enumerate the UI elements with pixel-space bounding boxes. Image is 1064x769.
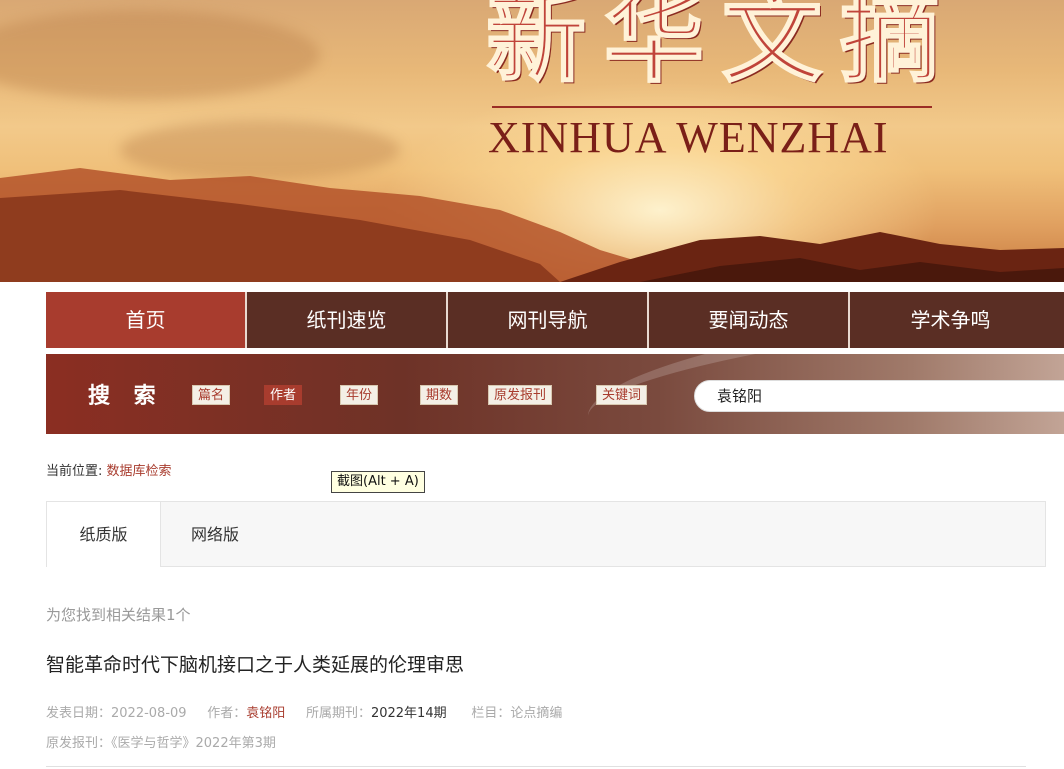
publish-date: 2022-08-09 xyxy=(111,706,187,721)
result-source: 原发报刊：《医学与哲学》2022年第3期 xyxy=(46,732,276,751)
issue-label: 所属期刊： xyxy=(305,706,371,721)
search-input[interactable]: 袁铭阳 xyxy=(694,380,1064,412)
breadcrumb-link[interactable]: 数据库检索 xyxy=(107,464,172,479)
nav-item-print-overview[interactable]: 纸刊速览 xyxy=(247,292,448,348)
issue-value[interactable]: 2022年14期 xyxy=(371,706,447,721)
search-field-year[interactable]: 年份 xyxy=(340,385,379,405)
nav-item-academic[interactable]: 学术争鸣 xyxy=(850,292,1051,348)
logo-english: XINHUA WENZHAI xyxy=(488,113,889,162)
edition-tabs: 纸质版 网络版 xyxy=(46,501,1046,567)
result-meta: 发表日期：2022-08-09 作者：袁铭阳 所属期刊：2022年14期 栏目：… xyxy=(46,702,562,721)
column-value: 论点摘编 xyxy=(510,706,563,721)
header-banner: 新华文摘 XINHUA WENZHAI xyxy=(0,0,1064,282)
nav-item-home[interactable]: 首页 xyxy=(46,292,247,348)
logo-chinese: 新华文摘 xyxy=(485,0,958,96)
breadcrumb-prefix: 当前位置: xyxy=(46,464,103,479)
search-field-source[interactable]: 原发报刊 xyxy=(488,385,553,405)
author-label: 作者： xyxy=(207,706,247,721)
column-label: 栏目： xyxy=(471,706,511,721)
search-field-keyword[interactable]: 关键词 xyxy=(596,385,648,405)
tab-print-edition[interactable]: 纸质版 xyxy=(47,502,161,567)
divider xyxy=(46,766,1026,767)
search-field-author[interactable]: 作者 xyxy=(264,385,303,405)
result-title[interactable]: 智能革命时代下脑机接口之于人类延展的伦理审思 xyxy=(46,650,464,677)
result-count: 为您找到相关结果1个 xyxy=(46,606,191,624)
date-label: 发表日期： xyxy=(46,706,112,721)
logo-divider xyxy=(492,106,932,108)
source-value: 《医学与哲学》2022年第3期 xyxy=(111,736,276,751)
search-field-issue[interactable]: 期数 xyxy=(420,385,459,405)
source-label: 原发报刊： xyxy=(46,736,112,751)
screenshot-tooltip: 截图(Alt + A) xyxy=(331,471,425,493)
search-field-title[interactable]: 篇名 xyxy=(192,385,231,405)
author-link[interactable]: 袁铭阳 xyxy=(246,706,285,721)
tab-web-edition[interactable]: 网络版 xyxy=(172,502,258,567)
nav-item-news[interactable]: 要闻动态 xyxy=(649,292,850,348)
search-bar: 搜 索 篇名 作者 年份 期数 原发报刊 关键词 袁铭阳 xyxy=(46,354,1064,434)
main-nav: 首页 纸刊速览 网刊导航 要闻动态 学术争鸣 xyxy=(46,292,1064,348)
search-title: 搜 索 xyxy=(88,384,164,409)
breadcrumb: 当前位置: 数据库检索 xyxy=(46,460,172,479)
nav-item-web-nav[interactable]: 网刊导航 xyxy=(448,292,649,348)
